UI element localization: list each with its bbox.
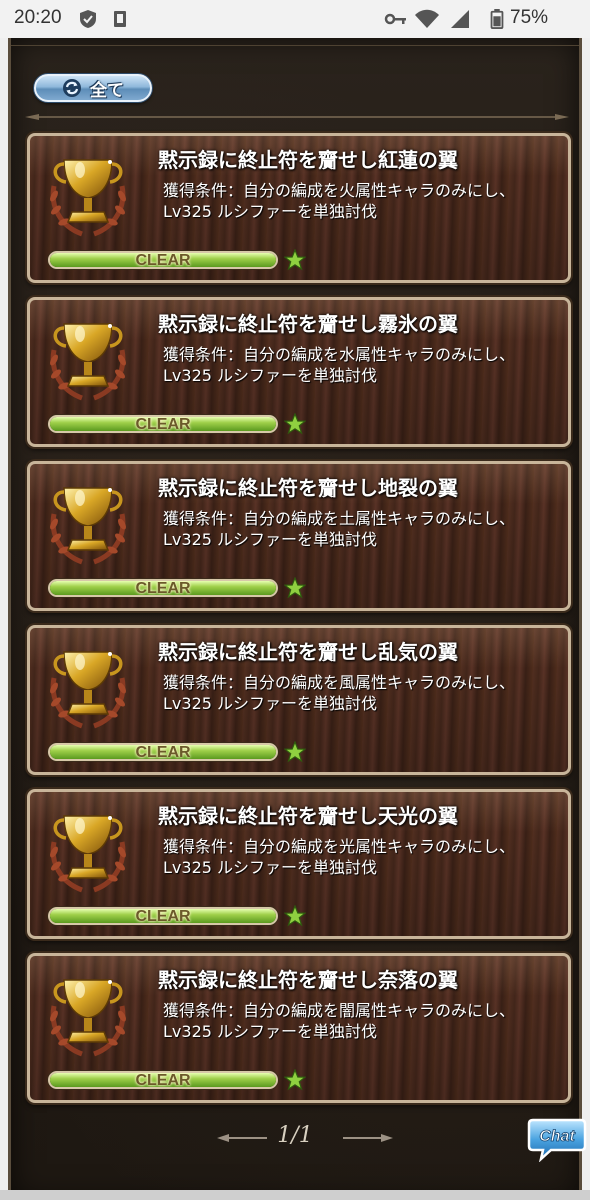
battery-icon <box>490 9 504 29</box>
trophy-icon <box>50 815 126 893</box>
chat-button[interactable]: Chat <box>527 1116 587 1162</box>
star-icon <box>284 1069 306 1091</box>
achievement-description: 獲得条件：自分の編成を土属性キャラのみにし、 Lv325 ルシファーを単独討伐 <box>163 508 515 550</box>
achievement-description: 獲得条件：自分の編成を火属性キャラのみにし、 Lv325 ルシファーを単独討伐 <box>163 180 515 222</box>
star-icon <box>284 905 306 927</box>
achievement-condition-line2: Lv325 ルシファーを単独討伐 <box>163 1022 378 1041</box>
battery-percent: 75% <box>510 7 549 28</box>
status-time: 20:20 <box>14 7 62 28</box>
progress-status-label: CLEAR <box>135 1072 191 1089</box>
progress-bar: CLEAR <box>48 579 278 597</box>
progress-status-label: CLEAR <box>135 580 191 597</box>
trophy-icon <box>50 323 126 401</box>
shield-check-icon <box>80 10 96 28</box>
achievement-condition-line2: Lv325 ルシファーを単独討伐 <box>163 366 378 385</box>
status-bar: 20:20 75% <box>0 0 590 38</box>
trophy-icon <box>50 487 126 565</box>
achievement-title: 黙示録に終止符を齎せし乱気の翼 <box>158 640 458 664</box>
progress-bar: CLEAR <box>48 907 278 925</box>
achievement-title: 黙示録に終止符を齎せし紅蓮の翼 <box>158 148 458 172</box>
achievement-card[interactable]: 黙示録に終止符を齎せし霧氷の翼 獲得条件：自分の編成を水属性キャラのみにし、 L… <box>27 297 571 447</box>
divider-line <box>25 114 569 120</box>
achievement-title: 黙示録に終止符を齎せし天光の翼 <box>158 804 458 828</box>
achievement-description: 獲得条件：自分の編成を風属性キャラのみにし、 Lv325 ルシファーを単独討伐 <box>163 672 515 714</box>
achievement-condition-line1: 獲得条件：自分の編成を土属性キャラのみにし、 <box>163 509 516 528</box>
progress-bar: CLEAR <box>48 743 278 761</box>
nav-bar-strip <box>0 1190 590 1200</box>
trophy-icon <box>50 159 126 237</box>
star-icon <box>284 741 306 763</box>
refresh-icon <box>63 79 81 97</box>
achievement-condition-line1: 獲得条件：自分の編成を風属性キャラのみにし、 <box>163 673 516 692</box>
achievement-condition-line1: 獲得条件：自分の編成を光属性キャラのみにし、 <box>163 837 516 856</box>
achievement-card[interactable]: 黙示録に終止符を齎せし紅蓮の翼 獲得条件：自分の編成を火属性キャラのみにし、 L… <box>27 133 571 283</box>
achievement-condition-line1: 獲得条件：自分の編成を闇属性キャラのみにし、 <box>163 1001 516 1020</box>
filter-label: 全て <box>90 80 124 101</box>
page-indicator: 1/1 <box>277 1123 313 1148</box>
achievement-panel: 全て 黙示録に終止符を齎せし紅蓮の翼 獲得条件：自分の編成を火属性キャラのみにし… <box>8 38 582 1200</box>
star-icon <box>284 577 306 599</box>
achievement-description: 獲得条件：自分の編成を光属性キャラのみにし、 Lv325 ルシファーを単独討伐 <box>163 836 515 878</box>
achievement-condition-line2: Lv325 ルシファーを単独討伐 <box>163 694 378 713</box>
achievement-title: 黙示録に終止符を齎せし地裂の翼 <box>158 476 458 500</box>
achievement-condition-line2: Lv325 ルシファーを単独討伐 <box>163 202 378 221</box>
progress-bar: CLEAR <box>48 251 278 269</box>
achievement-condition-line1: 獲得条件：自分の編成を水属性キャラのみにし、 <box>163 345 516 364</box>
achievement-condition-line2: Lv325 ルシファーを単独討伐 <box>163 858 378 877</box>
chat-label: Chat <box>539 1128 575 1145</box>
progress-status-label: CLEAR <box>135 416 191 433</box>
achievement-description: 獲得条件：自分の編成を闇属性キャラのみにし、 Lv325 ルシファーを単独討伐 <box>163 1000 515 1042</box>
progress-status-label: CLEAR <box>135 908 191 925</box>
achievement-card[interactable]: 黙示録に終止符を齎せし地裂の翼 獲得条件：自分の編成を土属性キャラのみにし、 L… <box>27 461 571 611</box>
achievement-card[interactable]: 黙示録に終止符を齎せし奈落の翼 獲得条件：自分の編成を闇属性キャラのみにし、 L… <box>27 953 571 1103</box>
achievement-card[interactable]: 黙示録に終止符を齎せし天光の翼 獲得条件：自分の編成を光属性キャラのみにし、 L… <box>27 789 571 939</box>
star-icon <box>284 249 306 271</box>
wifi-icon <box>415 9 439 28</box>
key-icon <box>384 13 406 25</box>
achievement-condition-line1: 獲得条件：自分の編成を火属性キャラのみにし、 <box>163 181 516 200</box>
achievement-title: 黙示録に終止符を齎せし奈落の翼 <box>158 968 458 992</box>
progress-status-label: CLEAR <box>135 744 191 761</box>
achievement-title: 黙示録に終止符を齎せし霧氷の翼 <box>158 312 458 336</box>
achievement-condition-line2: Lv325 ルシファーを単独討伐 <box>163 530 378 549</box>
progress-bar: CLEAR <box>48 415 278 433</box>
signal-icon <box>451 10 469 28</box>
pagination: 1/1 <box>11 1123 579 1153</box>
star-icon <box>284 413 306 435</box>
filter-all-button[interactable]: 全て <box>34 74 152 102</box>
page-next-ornament-icon[interactable] <box>343 1133 393 1143</box>
trophy-icon <box>50 651 126 729</box>
panel-top-border <box>11 38 579 46</box>
sim-card-icon <box>114 11 126 27</box>
achievement-card[interactable]: 黙示録に終止符を齎せし乱気の翼 獲得条件：自分の編成を風属性キャラのみにし、 L… <box>27 625 571 775</box>
trophy-icon <box>50 979 126 1057</box>
progress-bar: CLEAR <box>48 1071 278 1089</box>
progress-status-label: CLEAR <box>135 252 191 269</box>
achievement-description: 獲得条件：自分の編成を水属性キャラのみにし、 Lv325 ルシファーを単独討伐 <box>163 344 515 386</box>
